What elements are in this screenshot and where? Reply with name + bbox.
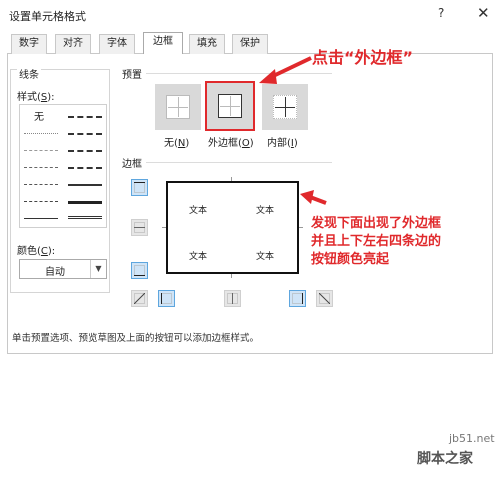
line-style-medium[interactable] [68,184,102,186]
annotation-arrow-top [259,56,312,84]
border-right-icon [292,293,303,304]
preset-none-button[interactable] [155,84,201,130]
line-style-medium-dash-dot-dot[interactable] [68,116,102,118]
style-label: 样式(S): [17,92,55,103]
annotation-top: 点击“外边框” [312,48,414,67]
preview-text: 文本 [256,252,275,262]
line-style-dashed[interactable] [24,201,58,202]
preset-inside-button[interactable] [262,84,308,130]
preset-none-icon [166,95,190,119]
border-bottom-icon [134,265,145,276]
preset-inside-label: 内部(I) [267,138,298,149]
border-right-button[interactable] [289,290,306,307]
color-dropdown[interactable]: 自动 ▼ [19,259,107,279]
line-style-medium-dashed[interactable] [68,167,102,169]
tab-protection[interactable]: 保护 [232,34,268,54]
preview-text: 文本 [256,206,275,216]
border-divider [146,162,332,163]
chevron-down-icon[interactable]: ▼ [90,260,106,278]
line-style-thick[interactable] [68,201,102,204]
line-style-thin[interactable] [24,218,58,219]
border-diagonal-up-button[interactable] [131,290,148,307]
close-button[interactable]: ✕ [477,4,490,22]
border-left-icon [161,293,172,304]
line-style-none[interactable]: 无 [34,108,44,123]
line-style-hair[interactable] [24,133,58,134]
line-style-slanted-dash-dot[interactable] [68,133,102,135]
tab-strip: 数字 对齐 字体 边框 填充 保护 [7,32,493,54]
dialog-title: 设置单元格格式 [9,10,86,23]
border-preview[interactable]: 文本 文本 文本 文本 [166,181,299,274]
preview-tick [299,227,303,228]
border-section-label: 边框 [122,159,142,170]
border-inside-horizontal-icon [134,222,145,233]
annotation-side-line: 发现下面出现了外边框 [311,216,442,231]
line-style-dash-dot[interactable] [24,184,58,185]
preview-tick [231,274,232,278]
border-left-button[interactable] [158,290,175,307]
tab-border[interactable]: 边框 [143,32,183,54]
line-style-medium-dash-dot[interactable] [68,150,102,152]
preset-outline-label: 外边框(O) [208,138,254,149]
line-style-double[interactable] [68,216,102,219]
preview-tick [231,177,232,181]
line-group-label: 线条 [17,66,41,81]
preset-inside-icon [273,95,297,119]
line-style-dash-dot-dot[interactable] [24,167,58,168]
border-top-icon [134,182,145,193]
color-label: 颜色(C): [17,246,56,257]
presets-label: 预置 [122,70,142,81]
preview-text: 文本 [189,252,208,262]
line-style-list[interactable]: 无 [19,104,107,228]
diagonal-up-icon [134,293,145,304]
tab-font[interactable]: 字体 [99,34,135,54]
border-middle-horizontal-button[interactable] [131,219,148,236]
watermark-logo: 脚本之家 [417,451,473,467]
border-diagonal-down-button[interactable] [316,290,333,307]
border-inside-vertical-icon [227,293,238,304]
tab-number[interactable]: 数字 [11,34,47,54]
annotation-side-line: 按钮颜色亮起 [311,252,390,267]
preview-text: 文本 [189,206,208,216]
diagonal-down-icon [319,293,330,304]
annotation-arrow-side [300,190,327,205]
border-top-button[interactable] [131,179,148,196]
outline-highlight-box [205,81,255,131]
annotation-side-line: 并且上下左右四条边的 [311,234,442,249]
color-value: 自动 [45,267,65,278]
tab-fill[interactable]: 填充 [189,34,225,54]
border-bottom-button[interactable] [131,262,148,279]
instruction-text: 单击预置选项、预览草图及上面的按钮可以添加边框样式。 [12,333,260,344]
tab-alignment[interactable]: 对齐 [55,34,91,54]
watermark-url: jb51.net [449,432,495,445]
border-middle-vertical-button[interactable] [224,290,241,307]
preview-tick [162,227,166,228]
title-bar: 设置单元格格式 ? ✕ [0,0,500,30]
line-style-dot[interactable] [24,150,58,151]
preset-none-label: 无(N) [164,138,190,149]
help-button[interactable]: ? [438,6,444,20]
